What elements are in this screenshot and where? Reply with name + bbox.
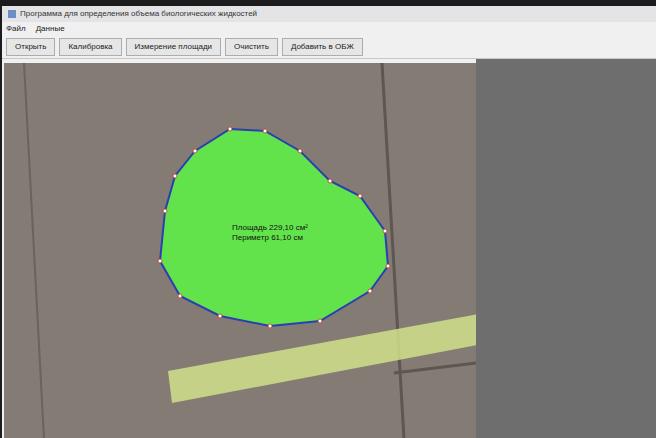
contour-point[interactable] — [383, 229, 387, 233]
contour-point[interactable] — [328, 179, 332, 183]
contour-point[interactable] — [268, 324, 272, 328]
area-reading: Площадь 229,10 см² — [232, 223, 308, 233]
contour-point[interactable] — [163, 209, 167, 213]
perimeter-reading: Периметр 61,10 см — [232, 233, 303, 243]
photo-and-contour — [4, 63, 476, 438]
contour-point[interactable] — [218, 314, 222, 318]
workspace: Площадь 229,10 см²Периметр 61,10 см — [2, 59, 656, 438]
tile-seam — [394, 363, 476, 373]
window-title: Программа для определения объема биологи… — [20, 8, 257, 20]
contour-point[interactable] — [318, 319, 322, 323]
tile-seam — [24, 63, 44, 438]
contour-point[interactable] — [298, 149, 302, 153]
contour-point[interactable] — [178, 294, 182, 298]
toolbar-button[interactable]: Калибровка — [59, 38, 121, 56]
title-bar: Программа для определения объема биологи… — [2, 6, 656, 22]
menu-item[interactable]: Данные — [36, 23, 65, 35]
contour-point[interactable] — [193, 149, 197, 153]
contour-point[interactable] — [386, 264, 390, 268]
contour-point[interactable] — [368, 289, 372, 293]
contour-point[interactable] — [158, 259, 162, 263]
app-icon — [8, 10, 16, 18]
contour-point[interactable] — [173, 174, 177, 178]
ruler — [168, 313, 476, 403]
contour-point[interactable] — [228, 127, 232, 131]
toolbar: ОткрытьКалибровка Измерение площадиОчисти… — [2, 36, 656, 59]
image-canvas[interactable]: Площадь 229,10 см²Периметр 61,10 см — [4, 63, 476, 438]
toolbar-button[interactable]: Открыть — [6, 38, 55, 56]
contour-area[interactable] — [160, 129, 388, 326]
measurement-label: Площадь 229,10 см²Периметр 61,10 см — [232, 223, 308, 243]
toolbar-button[interactable]: Добавить в ОБЖ — [282, 38, 363, 56]
toolbar-button[interactable]: Очистить — [225, 38, 278, 56]
menu-item[interactable]: Файл — [6, 23, 26, 35]
menu-bar: Файл Данные — [2, 22, 656, 36]
side-panel — [476, 59, 656, 438]
app-window: Программа для определения объема биологи… — [0, 0, 656, 438]
contour-point[interactable] — [358, 194, 362, 198]
contour-point[interactable] — [263, 129, 267, 133]
toolbar-button[interactable]: Измерение площади — [126, 38, 222, 56]
